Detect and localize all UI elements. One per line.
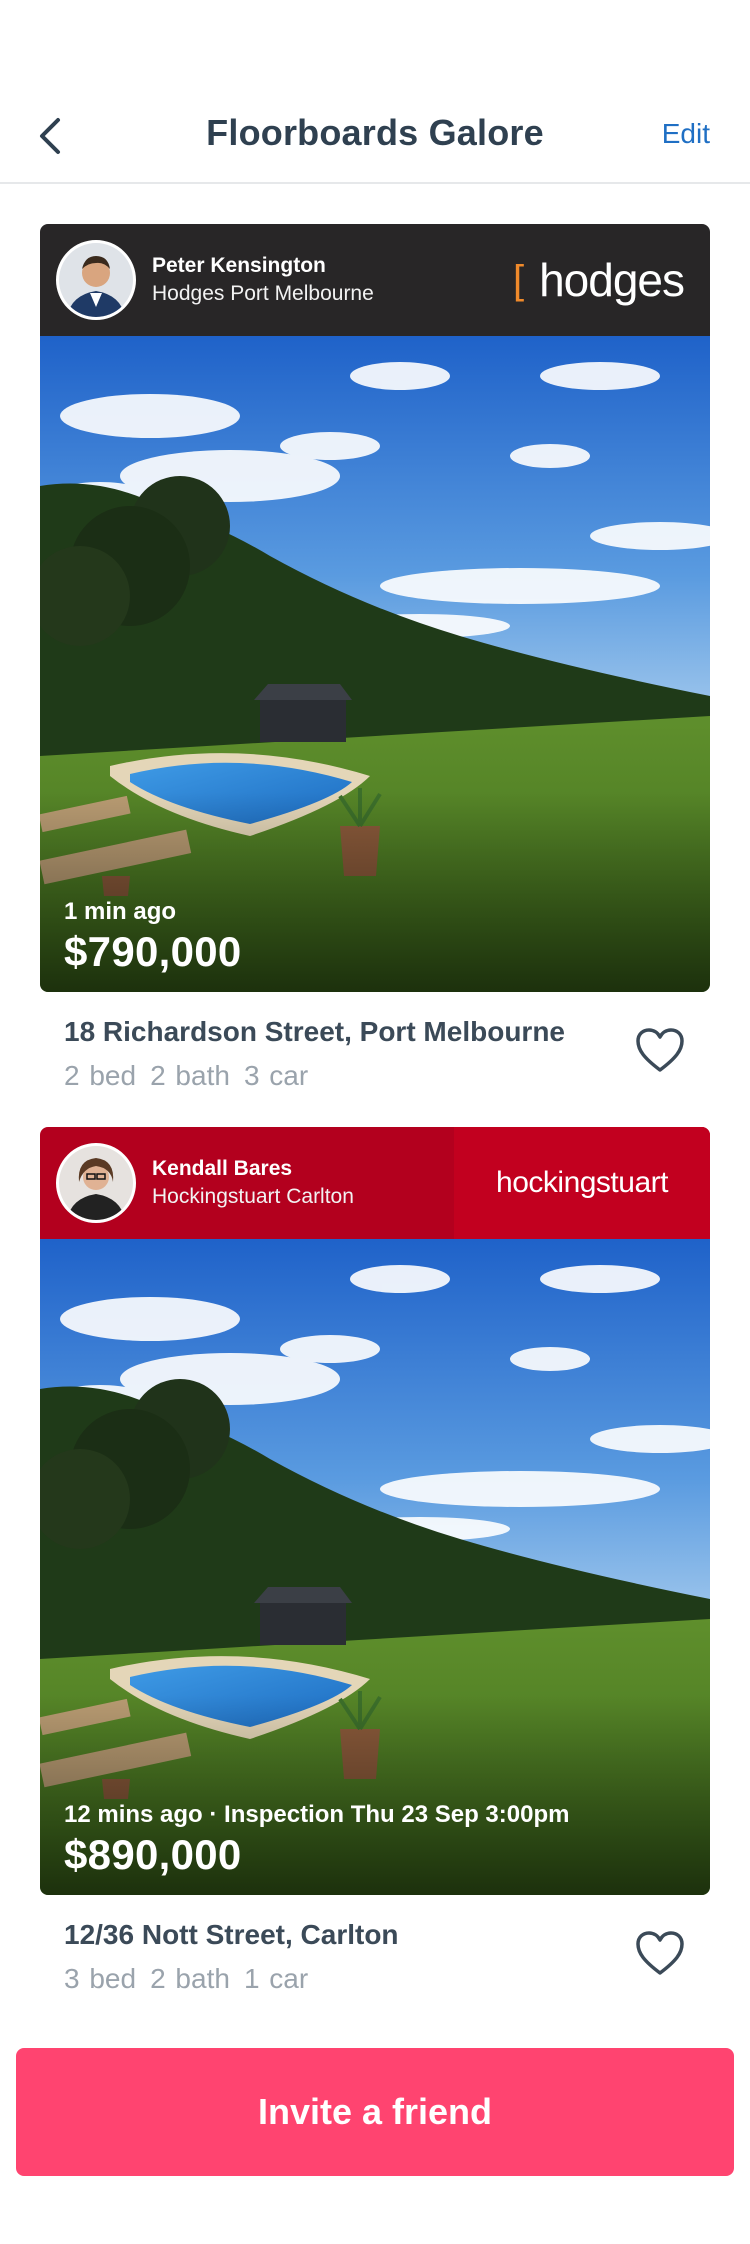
agency-name: Hodges Port Melbourne xyxy=(152,282,374,305)
favorite-button[interactable] xyxy=(634,1929,686,1977)
header-bar: Floorboards Galore Edit xyxy=(0,0,750,184)
listing-address: 18 Richardson Street, Port Melbourne xyxy=(64,1016,565,1047)
hockingstuart-logo: hockingstuart xyxy=(454,1127,710,1239)
hodges-logo: [hodges xyxy=(512,254,685,306)
agent-bar: Peter Kensington Hodges Port Melbourne [… xyxy=(40,224,710,336)
bath-count: 2 bath xyxy=(150,1963,230,1994)
agent-avatar xyxy=(56,1143,136,1223)
bed-count: 3 bed xyxy=(64,1963,137,1994)
agency-name: Hockingstuart Carlton xyxy=(152,1185,354,1208)
heart-icon xyxy=(636,1028,684,1072)
page: Floorboards Galore Edit Peter Kensington… xyxy=(0,0,750,2244)
agent-name: Kendall Bares xyxy=(152,1157,293,1180)
listing-details: 12/36 Nott Street, Carlton 3 bed 2 bath 1 … xyxy=(40,1895,710,2015)
listing-features: 2 bed 2 bath 3 car xyxy=(64,1060,322,1092)
listing-features: 3 bed 2 bath 1 car xyxy=(64,1963,322,1995)
listing-card[interactable]: Peter Kensington Hodges Port Melbourne [… xyxy=(40,224,710,1112)
listing-time: 12 mins ago · Inspection Thu 23 Sep 3:00… xyxy=(64,1801,570,1828)
listing-price: $790,000 xyxy=(64,928,242,975)
listing-address: 12/36 Nott Street, Carlton xyxy=(64,1919,399,1950)
agent-bar: Kendall Bares Hockingstuart Carlton hock… xyxy=(40,1127,710,1239)
edit-button[interactable]: Edit xyxy=(662,118,710,150)
listing-card[interactable]: Kendall Bares Hockingstuart Carlton hock… xyxy=(40,1127,710,2015)
bed-count: 2 bed xyxy=(64,1060,137,1091)
listing-price: $890,000 xyxy=(64,1831,242,1878)
listing-photo[interactable]: 12 mins ago · Inspection Thu 23 Sep 3:00… xyxy=(40,1239,710,1895)
listing-photo[interactable]: 1 min ago $790,000 xyxy=(40,336,710,992)
listing-time: 1 min ago xyxy=(64,898,177,925)
bath-count: 2 bath xyxy=(150,1060,230,1091)
invite-friend-button[interactable]: Invite a friend xyxy=(16,2048,734,2176)
listing-details: 18 Richardson Street, Port Melbourne 2 b… xyxy=(40,992,710,1112)
agent-name: Peter Kensington xyxy=(152,254,326,277)
heart-icon xyxy=(636,1931,684,1975)
car-count: 1 car xyxy=(243,1963,309,1994)
page-title: Floorboards Galore xyxy=(206,112,544,153)
car-count: 3 car xyxy=(243,1060,309,1091)
favorite-button[interactable] xyxy=(634,1026,686,1074)
agent-avatar xyxy=(56,240,136,320)
